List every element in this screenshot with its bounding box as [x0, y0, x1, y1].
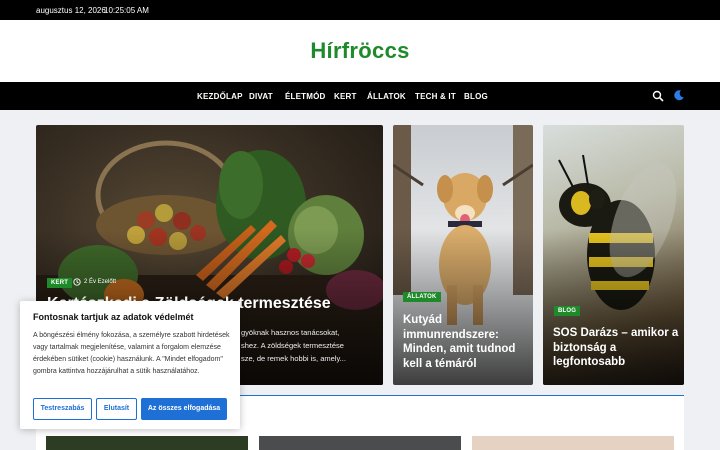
cookie-title: Fontosnak tartjuk az adatok védelmét — [33, 312, 194, 322]
customize-button[interactable]: Testreszabás — [33, 398, 92, 420]
site-logo[interactable]: Hírfröccs — [0, 38, 720, 64]
post-title[interactable]: Kutyád immunrendszere: Minden, amit tudn… — [403, 313, 527, 371]
nav-item-garden[interactable]: KERT — [334, 92, 357, 101]
post-card-wasp[interactable]: BLOG SOS Darázs – amikor a biztonság a l… — [543, 125, 684, 385]
nav-item-tech[interactable]: TECH & IT — [415, 92, 456, 101]
header: Hírfröccs — [0, 20, 720, 82]
cookie-text: A böngészési élmény fokozása, a személyr… — [33, 332, 230, 375]
featured-post-excerpt: gyöknak hasznos tanácsokat, shez. A zöld… — [241, 326, 381, 365]
post-thumbnail[interactable] — [472, 436, 674, 450]
post-time-ago: 2 Év Ezelőtt — [84, 279, 117, 285]
moon-icon[interactable] — [673, 89, 685, 101]
top-bar: augusztus 12, 2026 10:25:05 AM — [0, 0, 720, 20]
accept-all-button[interactable]: Az összes elfogadása — [141, 398, 227, 420]
nav-item-fashion[interactable]: DIVAT — [249, 92, 273, 101]
post-card-dog[interactable]: ÁLLATOK Kutyád immunrendszere: Minden, a… — [393, 125, 533, 385]
category-badge[interactable]: KERT — [47, 278, 73, 288]
post-title[interactable]: SOS Darázs – amikor a biztonság a legfon… — [553, 326, 681, 370]
excerpt-line: sze, de remek hobbi is, amely... — [241, 354, 346, 363]
main-nav: KEZDŐLAP DIVAT ÉLETMÓD KERT ÁLLATOK TECH… — [0, 82, 720, 110]
current-date: augusztus 12, 2026 — [36, 6, 106, 15]
clock-icon — [73, 278, 81, 286]
post-thumbnail[interactable] — [46, 436, 248, 450]
nav-item-animals[interactable]: ÁLLATOK — [367, 92, 406, 101]
current-time: 10:25:05 AM — [104, 6, 149, 15]
category-badge[interactable]: BLOG — [554, 306, 581, 316]
nav-item-blog[interactable]: BLOG — [464, 92, 488, 101]
category-badge[interactable]: ÁLLATOK — [403, 292, 441, 302]
nav-item-home[interactable]: KEZDŐLAP — [197, 92, 243, 101]
post-thumbnail[interactable] — [259, 436, 461, 450]
nav-item-lifestyle[interactable]: ÉLETMÓD — [285, 92, 326, 101]
reject-button[interactable]: Elutasít — [96, 398, 137, 420]
excerpt-line: gyöknak hasznos tanácsokat, — [241, 328, 340, 337]
excerpt-line: shez. A zöldségek termesztése — [241, 341, 344, 350]
search-icon[interactable] — [652, 90, 664, 102]
cookie-consent-dialog: Fontosnak tartjuk az adatok védelmét A b… — [20, 301, 240, 429]
